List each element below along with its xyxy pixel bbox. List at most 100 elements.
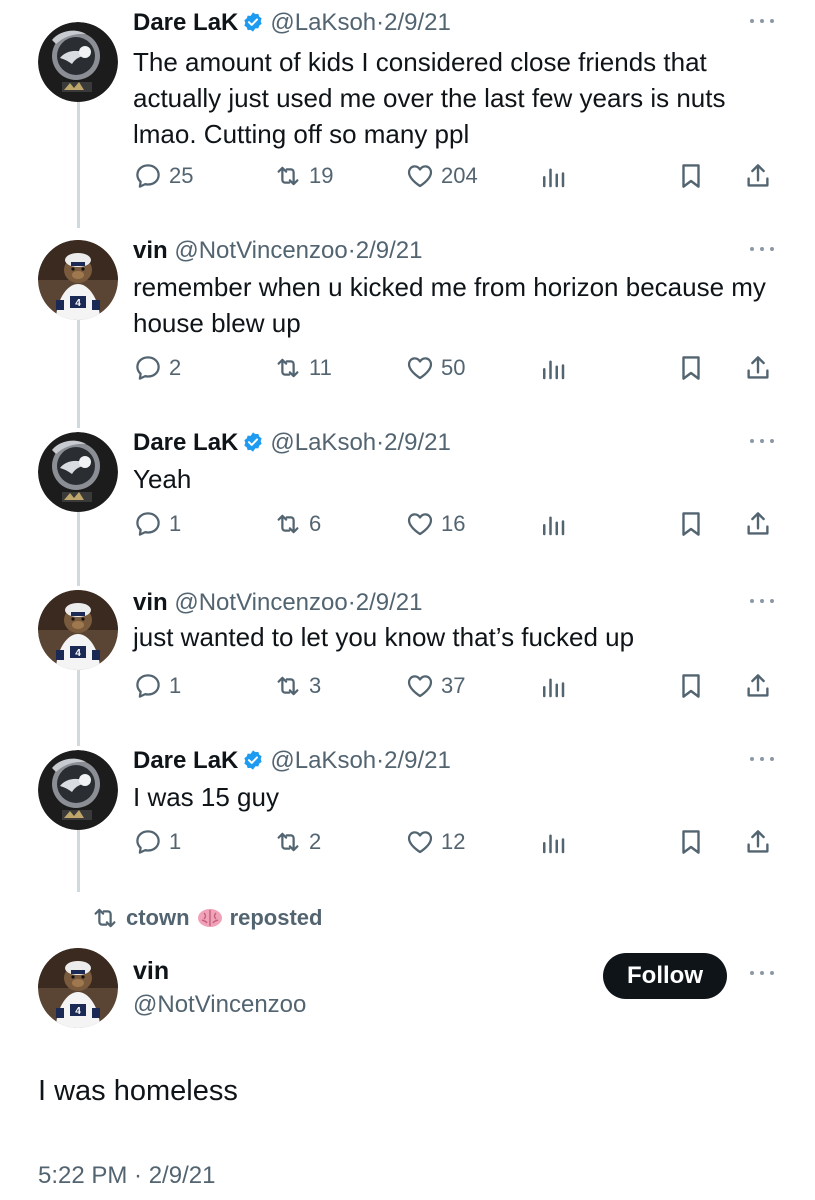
like-button[interactable]: 37 xyxy=(405,670,465,702)
share-button[interactable] xyxy=(743,826,773,858)
avatar[interactable] xyxy=(38,750,118,830)
like-button[interactable]: 204 xyxy=(405,160,478,192)
repost-button[interactable]: 6 xyxy=(273,508,321,540)
display-name[interactable]: Dare LaK xyxy=(133,747,238,774)
tweet-header: Dare LaK @LaKsoh·2/9/21 xyxy=(133,426,451,460)
like-count: 12 xyxy=(441,829,466,854)
views-chart-icon xyxy=(538,827,568,857)
user-handle[interactable]: @LaKsoh xyxy=(270,429,376,456)
tweet-date[interactable]: 2/9/21 xyxy=(356,237,423,264)
tweet-date[interactable]: 2/9/21 xyxy=(356,589,423,616)
share-button[interactable] xyxy=(743,670,773,702)
like-button[interactable]: 50 xyxy=(405,352,465,384)
avatar[interactable] xyxy=(38,240,118,320)
reply-button[interactable]: 2 xyxy=(133,352,181,384)
separator-dot: · xyxy=(376,9,385,36)
reposter-name[interactable]: ctown xyxy=(126,905,190,931)
tweet-text: The amount of kids I considered close fr… xyxy=(133,47,726,149)
reply-button[interactable]: 1 xyxy=(133,670,181,702)
reply-button[interactable]: 25 xyxy=(133,160,193,192)
thread-tweet[interactable]: Dare LaK @LaKsoh·2/9/21 The amount of kid… xyxy=(0,6,815,206)
like-count: 50 xyxy=(441,355,466,380)
user-handle[interactable]: @NotVincenzoo xyxy=(174,589,347,616)
avatar[interactable] xyxy=(38,590,118,670)
share-icon xyxy=(743,161,773,191)
avatar[interactable] xyxy=(38,432,118,512)
thread-tweet[interactable]: Dare LaK @LaKsoh·2/9/21 Yeah 1 6 16 xyxy=(0,426,815,556)
repost-button[interactable]: 3 xyxy=(273,670,321,702)
reply-button[interactable]: 1 xyxy=(133,826,181,858)
views-button[interactable] xyxy=(538,352,568,384)
user-handle[interactable]: @NotVincenzoo xyxy=(174,237,347,264)
views-chart-icon xyxy=(538,353,568,383)
like-button[interactable]: 16 xyxy=(405,508,465,540)
reply-count: 2 xyxy=(169,355,182,380)
reposted-label: reposted xyxy=(229,905,323,930)
more-options-icon[interactable] xyxy=(748,596,778,606)
display-name[interactable]: Dare LaK xyxy=(133,429,238,456)
display-name[interactable]: Dare LaK xyxy=(133,9,238,36)
thread-tweet[interactable]: vin @NotVincenzoo·2/9/21 remember when u… xyxy=(0,234,815,404)
user-handle[interactable]: @LaKsoh xyxy=(270,747,376,774)
like-count: 16 xyxy=(441,511,466,536)
reply-count: 25 xyxy=(169,163,194,188)
repost-button[interactable]: 11 xyxy=(273,352,332,384)
bookmark-button[interactable] xyxy=(676,160,706,192)
repost-banner[interactable]: ctown reposted xyxy=(90,903,322,933)
more-options-icon[interactable] xyxy=(748,968,778,978)
verified-badge-icon xyxy=(242,431,264,453)
bookmark-icon xyxy=(676,161,706,191)
reply-icon xyxy=(133,671,163,701)
reply-icon xyxy=(133,827,163,857)
repost-button[interactable]: 19 xyxy=(273,160,333,192)
bookmark-button[interactable] xyxy=(676,352,706,384)
follow-button[interactable]: Follow xyxy=(603,953,727,999)
user-handle[interactable]: @NotVincenzoo xyxy=(133,991,306,1019)
display-name[interactable]: vin xyxy=(133,957,169,986)
share-button[interactable] xyxy=(743,160,773,192)
tweet-header: Dare LaK @LaKsoh·2/9/21 xyxy=(133,744,451,778)
tweet-header: Dare LaK @LaKsoh·2/9/21 xyxy=(133,6,451,40)
thread-tweet[interactable]: vin @NotVincenzoo·2/9/21 just wanted to … xyxy=(0,586,815,716)
heart-icon xyxy=(405,671,435,701)
share-button[interactable] xyxy=(743,508,773,540)
heart-icon xyxy=(405,509,435,539)
thread-tweet[interactable]: Dare LaK @LaKsoh·2/9/21 I was 15 guy 1 2 … xyxy=(0,744,815,874)
repost-icon xyxy=(273,671,303,701)
tweet-date[interactable]: 2/9/21 xyxy=(384,429,451,456)
verified-badge-icon xyxy=(242,11,264,33)
avatar[interactable] xyxy=(38,948,118,1028)
more-options-icon[interactable] xyxy=(748,754,778,764)
views-chart-icon xyxy=(538,509,568,539)
tweet-text: Yeah xyxy=(133,464,192,494)
tweet-actions: 25 19 204 xyxy=(133,160,783,192)
tweet-timestamp[interactable]: 5:22 PM · 2/9/21 xyxy=(38,1162,215,1190)
views-button[interactable] xyxy=(538,160,568,192)
views-button[interactable] xyxy=(538,826,568,858)
more-options-icon[interactable] xyxy=(748,16,778,26)
user-handle[interactable]: @LaKsoh xyxy=(270,9,376,36)
tweet-actions: 1 2 12 xyxy=(133,826,783,858)
more-options-icon[interactable] xyxy=(748,244,778,254)
verified-badge-icon xyxy=(242,749,264,771)
reply-button[interactable]: 1 xyxy=(133,508,181,540)
like-button[interactable]: 12 xyxy=(405,826,465,858)
repost-button[interactable]: 2 xyxy=(273,826,321,858)
bookmark-button[interactable] xyxy=(676,508,706,540)
share-button[interactable] xyxy=(743,352,773,384)
more-options-icon[interactable] xyxy=(748,436,778,446)
tweet-date[interactable]: 2/9/21 xyxy=(384,747,451,774)
display-name[interactable]: vin xyxy=(133,237,168,264)
display-name[interactable]: vin xyxy=(133,589,168,616)
tweet-text: remember when u kicked me from horizon b… xyxy=(133,272,766,338)
tweet-date[interactable]: 2/9/21 xyxy=(384,9,451,36)
bookmark-icon xyxy=(676,509,706,539)
views-button[interactable] xyxy=(538,670,568,702)
tweet-text: I was 15 guy xyxy=(133,782,279,812)
reply-count: 1 xyxy=(169,673,182,698)
avatar[interactable] xyxy=(38,22,118,102)
bookmark-button[interactable] xyxy=(676,670,706,702)
bookmark-button[interactable] xyxy=(676,826,706,858)
views-button[interactable] xyxy=(538,508,568,540)
reply-icon xyxy=(133,509,163,539)
